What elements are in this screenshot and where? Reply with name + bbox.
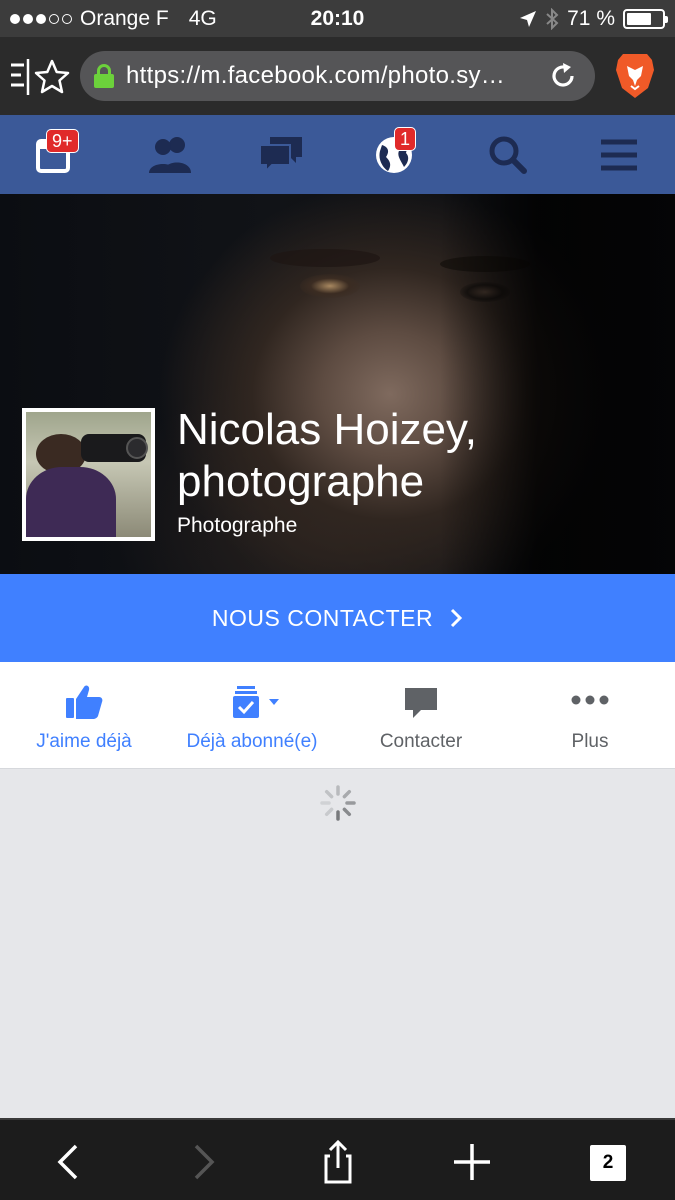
message-label: Contacter	[379, 731, 463, 752]
back-icon[interactable]	[48, 1140, 92, 1184]
message-button[interactable]: Contacter	[337, 662, 505, 769]
url-bar[interactable]: https://m.facebook.com/photo.sy…	[80, 51, 595, 101]
thumbs-up-icon	[66, 685, 103, 719]
content-area	[0, 769, 675, 1118]
page-actions: J'aime déjà Déjà abonné(e) Contacter Plu…	[0, 662, 675, 769]
like-button[interactable]: J'aime déjà	[0, 662, 168, 769]
add-icon[interactable]	[450, 1140, 494, 1184]
forward-icon[interactable]	[180, 1140, 224, 1184]
like-label: J'aime déjà	[36, 731, 132, 752]
search-icon	[489, 136, 527, 174]
nav-friends[interactable]	[143, 129, 203, 179]
friends-icon	[149, 137, 191, 173]
contact-us-label: NOUS CONTACTER	[211, 604, 434, 631]
message-bubble-icon	[405, 688, 437, 718]
battery-percentage: 71 %	[567, 7, 615, 30]
reload-icon[interactable]	[549, 62, 577, 90]
nav-search[interactable]	[484, 129, 544, 179]
nav-feed[interactable]: 9+	[30, 129, 90, 179]
status-bar: Orange F 4G 20:10 71 %	[0, 0, 675, 37]
notifications-badge: 9+	[46, 129, 79, 153]
tabs-icon[interactable]: 2	[590, 1145, 626, 1181]
facebook-navbar: 9+ 1	[0, 115, 675, 194]
url-text: https://m.facebook.com/photo.sy…	[126, 62, 506, 89]
share-icon[interactable]	[316, 1140, 360, 1184]
more-dots-icon	[571, 695, 609, 705]
follow-label: Déjà abonné(e)	[186, 731, 318, 752]
contact-us-button[interactable]: NOUS CONTACTER	[0, 574, 675, 662]
chevron-right-icon	[451, 608, 463, 628]
battery-icon	[623, 9, 668, 29]
tabs-bookmark-icon[interactable]	[8, 57, 72, 97]
globe-badge: 1	[394, 127, 417, 151]
lock-icon	[94, 64, 114, 88]
bluetooth-icon	[546, 8, 559, 30]
messages-icon	[259, 137, 302, 174]
page-title: Nicolas Hoizey, photographe	[177, 405, 477, 506]
profile-picture[interactable]	[22, 408, 155, 541]
cover-photo: Nicolas Hoizey, photographe Photographe	[0, 194, 675, 574]
nav-messages[interactable]	[256, 129, 316, 179]
page-category: Photographe	[177, 514, 298, 537]
nav-menu[interactable]	[596, 129, 656, 179]
more-button[interactable]: Plus	[506, 662, 674, 769]
browser-toolbar: https://m.facebook.com/photo.sy…	[0, 37, 675, 115]
follow-check-icon	[233, 686, 279, 718]
loading-spinner-icon	[320, 785, 356, 821]
location-arrow-icon	[520, 11, 537, 27]
nav-globe[interactable]: 1	[370, 127, 430, 179]
menu-icon	[601, 139, 637, 171]
brave-lion-icon[interactable]	[614, 52, 656, 100]
browser-bottom-toolbar: 2	[0, 1118, 675, 1200]
more-label: Plus	[571, 731, 609, 752]
follow-button[interactable]: Déjà abonné(e)	[168, 662, 336, 769]
